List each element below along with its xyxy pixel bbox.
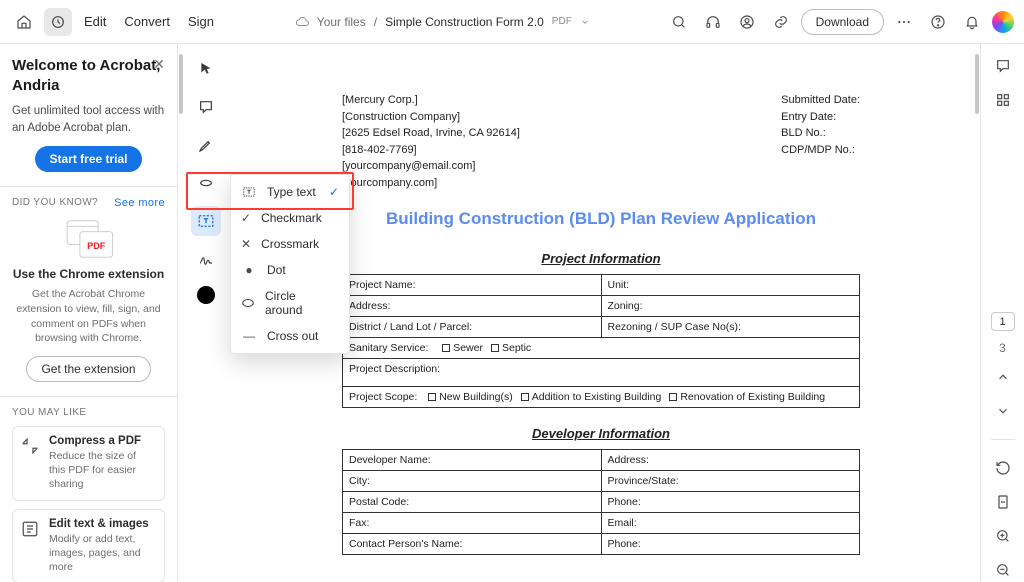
card-compress[interactable]: Compress a PDF Reduce the size of this P…	[12, 426, 165, 501]
page-total: 3	[989, 341, 1017, 355]
page-down-icon[interactable]	[989, 399, 1017, 423]
search-icon[interactable]	[665, 8, 693, 36]
crossmark-icon: ✕	[241, 237, 251, 251]
tool-sign[interactable]	[191, 244, 221, 274]
doc-section-1: Project Information	[342, 251, 860, 266]
flyout-label: Cross out	[267, 329, 318, 343]
tool-flyout: Type text ✓ ✓ Checkmark ✓ ✕ Crossmark✓ ● …	[230, 174, 350, 354]
comments-panel-icon[interactable]	[989, 54, 1017, 78]
welcome-title: Welcome to Acrobat, Andria	[12, 56, 165, 95]
checkmark-icon: ✓	[241, 211, 251, 225]
file-type-badge: PDF	[552, 16, 572, 27]
cloud-icon	[295, 15, 309, 29]
flyout-label: Dot	[267, 263, 286, 277]
bell-icon[interactable]	[958, 8, 986, 36]
circle-icon	[241, 298, 255, 308]
tool-comment[interactable]	[191, 92, 221, 122]
flyout-type-text[interactable]: Type text ✓	[231, 179, 349, 205]
main: ✕ Welcome to Acrobat, Andria Get unlimit…	[0, 44, 1024, 582]
crumb-root[interactable]: Your files	[317, 15, 366, 29]
recent-icon[interactable]	[44, 8, 72, 36]
flyout-label: Crossmark	[261, 237, 319, 251]
ext-body: Get the Acrobat Chrome extension to view…	[12, 287, 165, 346]
flyout-dot[interactable]: ● Dot✓	[231, 257, 349, 283]
tool-color[interactable]	[197, 286, 215, 304]
menu-sign[interactable]: Sign	[182, 10, 220, 33]
headphones-icon[interactable]	[699, 8, 727, 36]
page-up-icon[interactable]	[989, 365, 1017, 389]
more-icon[interactable]	[890, 8, 918, 36]
edit-icon	[21, 520, 41, 540]
menu-edit[interactable]: Edit	[78, 10, 112, 33]
see-more-link[interactable]: See more	[114, 197, 165, 209]
fit-page-icon[interactable]	[989, 490, 1017, 514]
flyout-circle[interactable]: Circle around✓	[231, 283, 349, 323]
tool-select[interactable]	[191, 54, 221, 84]
breadcrumb: Your files / Simple Construction Form 2.…	[295, 15, 590, 29]
right-rail: 1 3	[980, 44, 1024, 582]
chrome-ext-illustration: PDF	[12, 219, 165, 259]
rotate-icon[interactable]	[989, 456, 1017, 480]
center-area: Type text ✓ ✓ Checkmark ✓ ✕ Crossmark✓ ● …	[178, 44, 980, 582]
avatar[interactable]	[992, 11, 1014, 33]
crossout-icon: —	[241, 329, 257, 343]
flyout-checkmark[interactable]: ✓ Checkmark✓	[231, 205, 349, 231]
thumbnails-icon[interactable]	[989, 88, 1017, 112]
you-may-like-label: YOU MAY LIKE	[12, 407, 165, 418]
start-trial-button[interactable]: Start free trial	[35, 146, 141, 172]
tool-text[interactable]	[191, 206, 221, 236]
welcome-body: Get unlimited tool access with an Adobe …	[12, 103, 165, 136]
compress-icon	[21, 437, 41, 457]
help-icon[interactable]	[924, 8, 952, 36]
tool-erase[interactable]	[191, 168, 221, 198]
doc-header-left: [Mercury Corp.] [Construction Company] […	[342, 92, 520, 191]
svg-text:PDF: PDF	[87, 241, 106, 251]
menu-convert[interactable]: Convert	[118, 10, 176, 33]
doc-title: Building Construction (BLD) Plan Review …	[342, 209, 860, 229]
right-scrollbar[interactable]	[974, 44, 980, 582]
type-text-icon	[241, 185, 257, 199]
tool-draw[interactable]	[191, 130, 221, 160]
card-body: Reduce the size of this PDF for easier s…	[49, 449, 154, 492]
get-extension-button[interactable]: Get the extension	[26, 356, 150, 382]
did-you-know-label: DID YOU KNOW?	[12, 197, 98, 209]
card-title: Edit text & images	[49, 518, 154, 530]
page-current[interactable]: 1	[991, 312, 1015, 331]
pdf-page: [Mercury Corp.] [Construction Company] […	[306, 62, 896, 582]
zoom-out-icon[interactable]	[989, 558, 1017, 582]
card-edit[interactable]: Edit text & images Modify or add text, i…	[12, 509, 165, 582]
flyout-crossmark[interactable]: ✕ Crossmark✓	[231, 231, 349, 257]
flyout-label: Type text	[267, 185, 316, 199]
ext-title: Use the Chrome extension	[12, 267, 165, 281]
developer-info-table: Developer Name:Address: City:Province/St…	[342, 449, 860, 555]
link-icon[interactable]	[767, 8, 795, 36]
check-icon: ✓	[329, 185, 339, 199]
profile-icon[interactable]	[733, 8, 761, 36]
toolstrip	[184, 44, 228, 582]
card-body: Modify or add text, images, pages, and m…	[49, 532, 154, 575]
zoom-in-icon[interactable]	[989, 524, 1017, 548]
topbar: Edit Convert Sign Your files / Simple Co…	[0, 0, 1024, 44]
flyout-label: Checkmark	[261, 211, 322, 225]
doc-header-right: Submitted Date: Entry Date: BLD No.: CDP…	[781, 92, 860, 191]
doc-section-2: Developer Information	[342, 426, 860, 441]
close-icon[interactable]: ✕	[153, 56, 165, 73]
home-icon[interactable]	[10, 8, 38, 36]
download-button[interactable]: Download	[801, 9, 884, 35]
left-panel: ✕ Welcome to Acrobat, Andria Get unlimit…	[0, 44, 178, 582]
project-info-table: Project Name:Unit: Address:Zoning: Distr…	[342, 274, 860, 408]
chevron-down-icon[interactable]	[580, 17, 590, 27]
card-title: Compress a PDF	[49, 435, 154, 447]
dot-icon: ●	[241, 263, 257, 277]
flyout-label: Circle around	[265, 289, 319, 317]
crumb-file[interactable]: Simple Construction Form 2.0	[385, 15, 544, 29]
flyout-crossout[interactable]: — Cross out✓	[231, 323, 349, 349]
